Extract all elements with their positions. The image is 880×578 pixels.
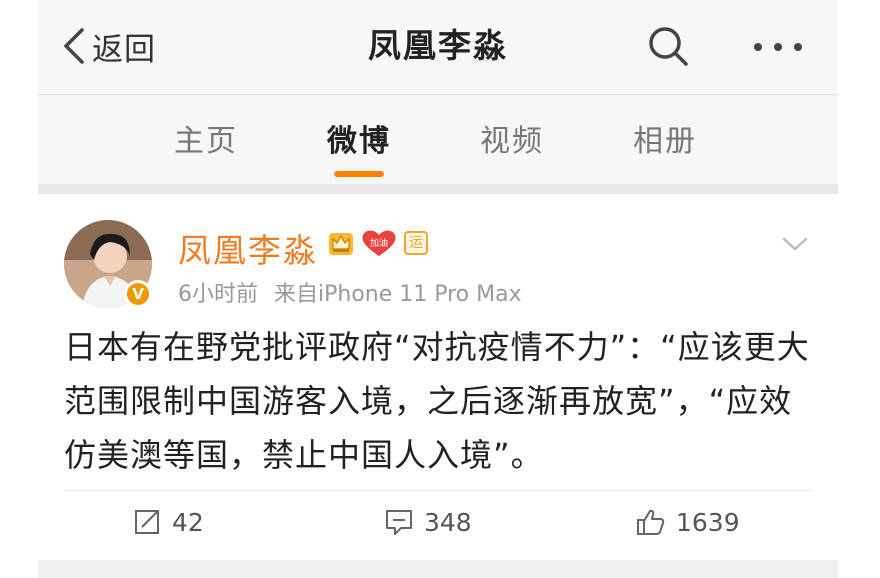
like-count: 1639	[676, 507, 740, 537]
post-card: V 凤凰李淼 加油 运 6小时前 来自iPhone 11 Pro Max 日本有在…	[38, 194, 838, 560]
comment-icon	[386, 510, 412, 535]
search-icon[interactable]	[646, 24, 690, 68]
active-tab-indicator	[334, 171, 384, 177]
like-button[interactable]: 1639	[636, 502, 740, 542]
post-meta: 6小时前 来自iPhone 11 Pro Max	[178, 276, 522, 308]
author-name[interactable]: 凤凰李淼	[178, 224, 318, 272]
repost-count: 42	[172, 507, 204, 537]
tab-weibo[interactable]: 微博	[299, 116, 419, 160]
section-divider	[38, 184, 838, 194]
repost-button[interactable]: 42	[132, 502, 204, 542]
more-icon[interactable]	[748, 30, 808, 64]
heart-badge-icon: 加油	[360, 228, 398, 258]
yun-badge: 运	[404, 231, 428, 255]
crown-badge-icon	[329, 233, 353, 255]
bottom-divider	[38, 560, 838, 578]
post-time: 6小时前	[178, 282, 258, 307]
tab-album[interactable]: 相册	[605, 116, 725, 160]
profile-tabs: 主页 微博 视频 相册	[38, 96, 838, 184]
post-source: 来自iPhone 11 Pro Max	[274, 282, 522, 307]
author-badges: 加油 运	[328, 228, 428, 258]
heart-badge-label: 加油	[369, 239, 388, 249]
post-text: 日本有在野党批评政府“对抗疫情不力”：“应该更大范围限制中国游客入境，之后逐渐再…	[64, 328, 810, 474]
verified-badge: V	[124, 280, 152, 308]
top-bar: 返回 凤凰李淼	[38, 0, 838, 95]
actions-divider	[64, 490, 812, 491]
repost-icon	[135, 510, 159, 534]
chevron-down-icon[interactable]	[780, 234, 810, 254]
tab-video[interactable]: 视频	[452, 116, 572, 160]
tab-home[interactable]: 主页	[146, 116, 266, 160]
page-title: 凤凰李淼	[368, 26, 508, 65]
comment-button[interactable]: 348	[384, 502, 472, 542]
weibo-frame: 返回 凤凰李淼 主页 微博 视频 相册 V 凤凰李淼 加油 运 6小时前 来自i…	[38, 0, 838, 578]
thumbs-up-icon	[637, 509, 665, 535]
comment-count: 348	[424, 507, 472, 537]
